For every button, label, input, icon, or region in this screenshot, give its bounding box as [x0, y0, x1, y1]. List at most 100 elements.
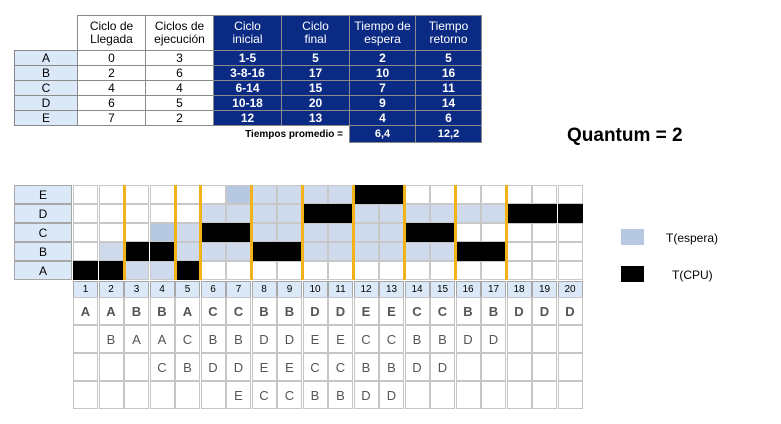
gantt-cell-wait [379, 204, 404, 223]
gantt-cell-empty [481, 223, 506, 242]
process-name: A [14, 50, 78, 66]
gantt-cell-wait [251, 204, 277, 223]
cycle-number: 10 [302, 281, 328, 298]
queue-cell [73, 325, 98, 353]
gantt-cell-empty [506, 242, 532, 261]
queue-cell: C [149, 353, 175, 381]
gantt-cell-cpu [328, 204, 353, 223]
header-inicial: Ciclo inicial [213, 15, 282, 51]
queue-cell [73, 353, 98, 381]
gantt-cell-empty [557, 242, 583, 261]
gantt-cell-wait [302, 223, 328, 242]
queue-cell [404, 381, 430, 409]
gantt-cell-empty [226, 261, 251, 280]
gantt-cell-empty [251, 261, 277, 280]
arrival-cycle: 6 [77, 95, 146, 111]
gantt-cell-cpu [98, 261, 124, 280]
process-name: E [14, 110, 78, 126]
queue-cell: D [430, 353, 455, 381]
exec-cycles: 2 [145, 110, 214, 126]
gantt-cell-wait [226, 242, 251, 261]
gantt-cell-empty [149, 204, 175, 223]
turnaround-time: 6 [415, 110, 482, 126]
queue-cell: B [175, 353, 200, 381]
queue-cell: B [379, 353, 404, 381]
gantt-cell-empty [557, 185, 583, 204]
queue-cell: A [124, 325, 149, 353]
quantum-boundary-line [403, 185, 406, 280]
cycle-number: 6 [200, 281, 226, 298]
queue-cell: B [277, 297, 302, 325]
queue-cell: D [200, 353, 226, 381]
queue-cell [175, 381, 200, 409]
wait-time: 2 [349, 50, 416, 66]
gantt-cell-empty [149, 185, 175, 204]
gantt-cell-wait [251, 185, 277, 204]
queue-cell: B [481, 297, 506, 325]
queue-cell: A [73, 297, 98, 325]
cycle-number: 14 [404, 281, 430, 298]
queue-cell [532, 381, 557, 409]
gantt-cell-empty [404, 185, 430, 204]
exec-cycles: 6 [145, 65, 214, 81]
gantt-cell-wait [175, 223, 200, 242]
queue-cell: B [251, 297, 277, 325]
gantt-cell-empty [98, 204, 124, 223]
quantum-boundary-line [250, 185, 253, 280]
cycle-number: 7 [226, 281, 251, 298]
legend-cpu-swatch [621, 266, 644, 282]
queue-cell: D [353, 381, 379, 409]
queue-cell: C [328, 353, 353, 381]
queue-cell: B [226, 325, 251, 353]
queue-cell [124, 353, 149, 381]
cycle-number: 17 [481, 281, 506, 298]
start-cycle: 1-5 [213, 50, 282, 66]
queue-cell: D [277, 325, 302, 353]
avg-espera: 6,4 [349, 125, 416, 143]
gantt-cell-empty [98, 185, 124, 204]
cycle-number: 20 [557, 281, 583, 298]
gantt-cell-cpu [404, 223, 430, 242]
queue-cell: A [98, 297, 124, 325]
gantt-cell-empty [200, 185, 226, 204]
gantt-cell-wait [277, 204, 302, 223]
start-cycle: 6-14 [213, 80, 282, 96]
gantt-row-label-d: D [14, 204, 72, 223]
gantt-cell-empty [430, 261, 455, 280]
gantt-cell-empty [175, 204, 200, 223]
gantt-cell-empty [353, 261, 379, 280]
gantt-cell-cpu [353, 185, 379, 204]
gantt-cell-wait [226, 204, 251, 223]
quantum-boundary-line [122, 185, 126, 280]
queue-cell [200, 381, 226, 409]
gantt-cell-empty [532, 185, 557, 204]
process-name: B [14, 65, 78, 81]
cycle-number: 4 [149, 281, 175, 298]
gantt-cell-wait [353, 223, 379, 242]
gantt-cell-wait [302, 185, 328, 204]
queue-cell [506, 381, 532, 409]
queue-cell: B [98, 325, 124, 353]
arrival-cycle: 2 [77, 65, 146, 81]
quantum-boundary-line [454, 185, 457, 280]
queue-cell: D [226, 353, 251, 381]
table-row: D 6 5 10-18 20 9 14 [14, 95, 482, 111]
queue-cell: D [251, 325, 277, 353]
queue-cell: D [532, 297, 557, 325]
queue-cell [506, 325, 532, 353]
gantt-cell-wait [353, 204, 379, 223]
gantt-cell-empty [379, 261, 404, 280]
gantt-cell-empty [455, 261, 481, 280]
turnaround-time: 5 [415, 50, 482, 66]
start-cycle: 12 [213, 110, 282, 126]
gantt-cell-cpu [175, 261, 200, 280]
gantt-cell-wait [302, 242, 328, 261]
gantt-cell-wait [149, 261, 175, 280]
gantt-cell-cpu [73, 261, 98, 280]
gantt-cell-cpu [200, 223, 226, 242]
exec-cycles: 3 [145, 50, 214, 66]
arrival-cycle: 7 [77, 110, 146, 126]
cycle-number: 9 [277, 281, 302, 298]
gantt-cell-wait [404, 242, 430, 261]
queue-cell: C [353, 325, 379, 353]
